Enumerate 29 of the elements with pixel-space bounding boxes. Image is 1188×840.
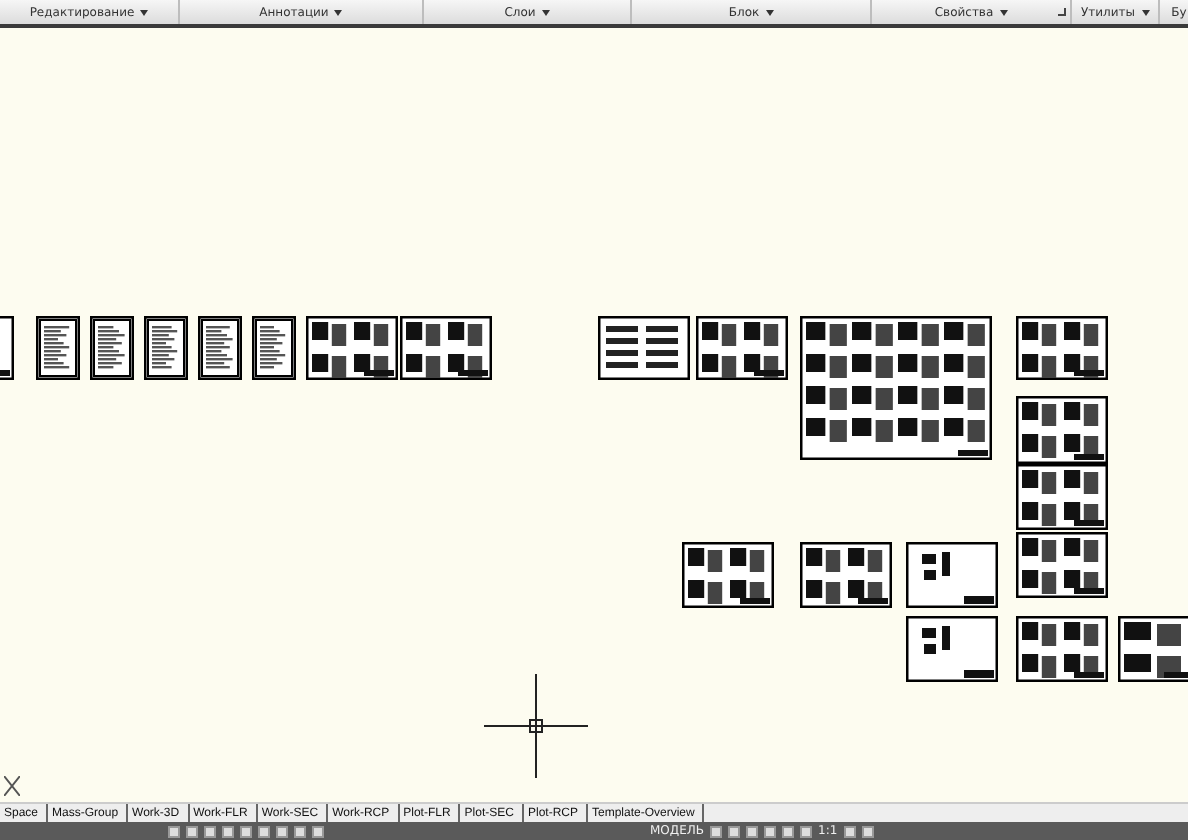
sheet-drawing: [906, 616, 998, 682]
sheet-drawing: [36, 316, 80, 380]
caret-icon: [1141, 9, 1150, 15]
sheet-drawing: [906, 542, 998, 608]
caret-icon: [765, 9, 774, 15]
sheet-drawing: [144, 316, 188, 380]
caret-icon: [541, 9, 550, 15]
sheet-drawing: [800, 542, 892, 608]
sheet-drawing: [306, 316, 398, 380]
crosshair-cursor: [484, 674, 588, 778]
sheet-drawing: [696, 316, 788, 380]
sheet-drawing: [1016, 464, 1108, 530]
caret-icon: [140, 9, 149, 15]
sheet-drawing: [252, 316, 296, 380]
sheet-drawing: [400, 316, 492, 380]
sheet-drawing: [0, 316, 14, 380]
caret-icon: [334, 9, 343, 15]
sheet-drawing: [1016, 616, 1108, 682]
caret-icon: [999, 9, 1008, 15]
sheet-drawing: [90, 316, 134, 380]
sheet-drawing: [1016, 396, 1108, 464]
sheet-drawing: [598, 316, 690, 380]
sheet-drawing: [1016, 316, 1108, 380]
sheet-drawing: [1016, 532, 1108, 598]
sheet-drawing: [1118, 616, 1188, 682]
ucs-icon: [4, 776, 20, 796]
dialog-launcher-icon[interactable]: [1058, 8, 1066, 16]
sheet-drawing: [682, 542, 774, 608]
sheet-drawing: [198, 316, 242, 380]
